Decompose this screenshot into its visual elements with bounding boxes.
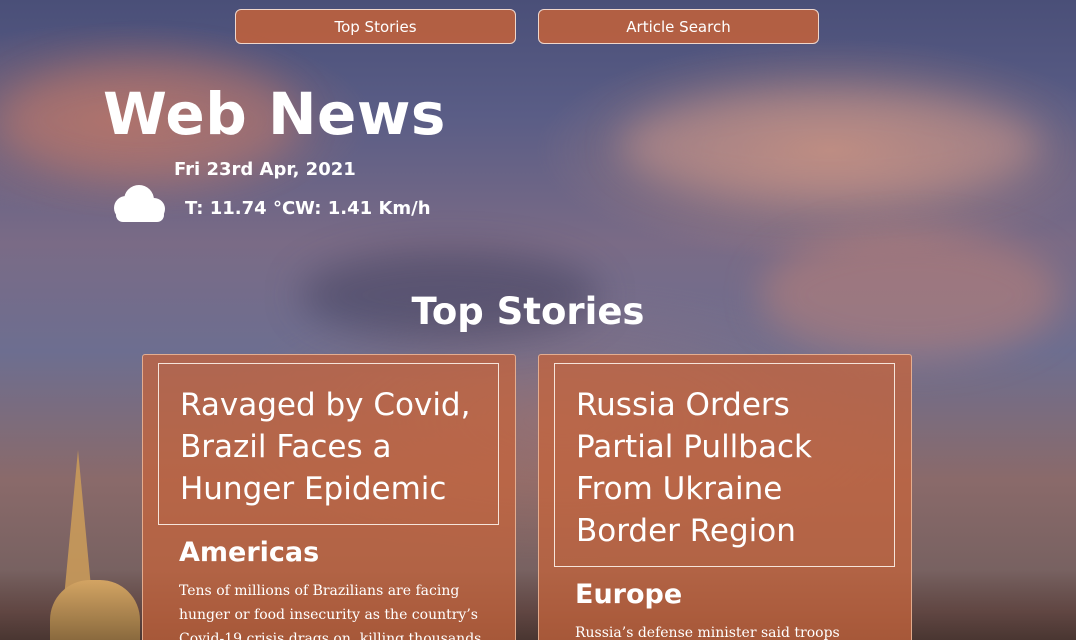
background-cloud <box>620 90 1040 200</box>
article-card[interactable]: Russia Orders Partial Pullback From Ukra… <box>538 354 912 640</box>
article-card[interactable]: Ravaged by Covid, Brazil Faces a Hunger … <box>142 354 516 640</box>
temperature-readout: T: 11.74 °C <box>185 198 296 219</box>
article-section: Americas <box>179 537 320 568</box>
headline-box: Ravaged by Covid, Brazil Faces a Hunger … <box>158 363 499 525</box>
article-abstract: Tens of millions of Brazilians are facin… <box>179 583 482 640</box>
wind-readout: W: 1.41 Km/h <box>295 198 431 219</box>
top-stories-button[interactable]: Top Stories <box>235 9 516 44</box>
weather-date: Fri 23rd Apr, 2021 <box>174 159 356 180</box>
article-abstract: Russia’s defense minister said troops <box>575 625 840 640</box>
article-section: Europe <box>575 579 683 610</box>
article-headline[interactable]: Ravaged by Covid, Brazil Faces a Hunger … <box>180 384 478 510</box>
cloud-icon <box>104 182 168 224</box>
site-title: Web News <box>103 80 446 148</box>
article-search-button[interactable]: Article Search <box>538 9 819 44</box>
top-stories-heading: Top Stories <box>411 290 645 333</box>
headline-box: Russia Orders Partial Pullback From Ukra… <box>554 363 895 567</box>
article-headline[interactable]: Russia Orders Partial Pullback From Ukra… <box>576 384 874 552</box>
